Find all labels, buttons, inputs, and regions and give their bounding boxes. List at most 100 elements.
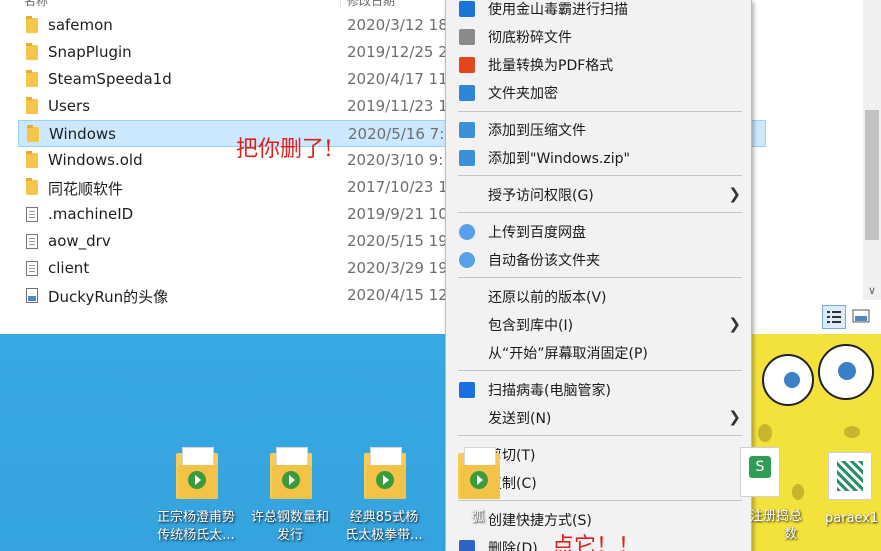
file-date: 2020/3/29 19	[347, 259, 447, 277]
annotation-text: 点它！！	[552, 534, 641, 551]
context-menu-item[interactable]: 授予访问权限(G) ❯	[446, 181, 751, 209]
context-menu-item-label: 包含到库中(I)	[488, 318, 574, 334]
file-date: 2020/4/15 12	[347, 286, 447, 304]
desktop-video-file[interactable]: 弧	[430, 447, 526, 551]
folder-icon	[26, 43, 38, 60]
desktop-video-file[interactable]: 正宗杨澄甫势 传统杨氏太...	[148, 447, 244, 551]
submenu-arrow-icon: ❯	[728, 315, 741, 333]
baidu-cloud-icon	[459, 252, 475, 268]
file-date: 2019/9/21 10	[347, 205, 447, 223]
folder-icon	[26, 178, 38, 195]
video-folder-icon	[270, 447, 312, 499]
video-folder-icon	[364, 447, 406, 499]
paraex-file-icon[interactable]	[828, 452, 872, 500]
context-menu-item[interactable]: 从“开始”屏幕取消固定(P)	[446, 339, 751, 367]
file-name: safemon	[48, 16, 113, 34]
archive-icon	[459, 122, 475, 138]
folder-icon	[26, 97, 38, 114]
file-name: SteamSpeeda1d	[48, 70, 172, 88]
menu-separator	[458, 370, 742, 371]
column-header-date[interactable]: 修改日期	[347, 0, 395, 8]
context-menu-item-label: 授予访问权限(G)	[488, 188, 594, 204]
document-icon	[26, 234, 38, 249]
context-menu-item-label: 批量转换为PDF格式	[488, 58, 614, 74]
file-date: 2020/5/15 19	[347, 232, 447, 250]
file-name: Windows	[49, 125, 116, 143]
menu-separator	[458, 212, 742, 213]
large-icons-view-icon	[852, 309, 870, 323]
annotation-text: 把你删了!	[236, 137, 333, 162]
file-date: 2020/5/16 7:3	[348, 125, 448, 143]
context-menu-item-label: 添加到压缩文件	[488, 123, 586, 139]
desktop-icon-label: 许总钢数量和 发行	[250, 510, 329, 543]
context-menu-item[interactable]: 还原以前的版本(V)	[446, 283, 751, 311]
context-menu-item[interactable]: 添加到压缩文件	[446, 116, 751, 144]
context-menu-item-label: 上传到百度网盘	[488, 225, 586, 241]
scrollbar-thumb[interactable]	[865, 110, 879, 240]
document-icon	[26, 261, 38, 276]
details-view-button[interactable]	[822, 305, 846, 329]
file-name: Users	[48, 97, 91, 115]
desktop-icon-label: 经典85式杨 氏太极拳带...	[345, 510, 423, 543]
file-name: .machineID	[48, 205, 134, 223]
desktop-icon-label: 弧	[471, 510, 485, 525]
context-menu-item[interactable]: 发送到(N) ❯	[446, 404, 751, 432]
context-menu-item-label: 添加到"Windows.zip"	[488, 151, 630, 167]
column-divider[interactable]	[340, 0, 341, 8]
context-menu-item-label: 彻底粉碎文件	[488, 30, 572, 46]
context-menu-item-label: 从“开始”屏幕取消固定(P)	[488, 346, 648, 362]
context-menu-item[interactable]: 彻底粉碎文件	[446, 23, 751, 51]
context-menu-item[interactable]: 上传到百度网盘	[446, 218, 751, 246]
desktop-video-file[interactable]: 许总钢数量和 发行	[242, 447, 338, 551]
file-name: DuckyRun的头像	[48, 288, 169, 306]
folder-icon	[26, 16, 38, 33]
kingsoft-antivirus-icon	[459, 1, 475, 17]
desktop-icon-label: 正宗杨澄甫势 传统杨氏太...	[156, 510, 235, 543]
vertical-scrollbar[interactable]: ∨	[863, 0, 881, 300]
file-date: 2020/3/10 9:1	[347, 151, 447, 169]
file-name: Windows.old	[48, 151, 143, 169]
scroll-down-arrow-icon[interactable]: ∨	[863, 282, 881, 300]
context-menu-item[interactable]: 自动备份该文件夹	[446, 246, 751, 274]
submenu-arrow-icon: ❯	[728, 408, 741, 426]
context-menu-item-label: 扫描病毒(电脑管家)	[488, 383, 611, 399]
menu-separator	[458, 435, 742, 436]
submenu-arrow-icon: ❯	[728, 185, 741, 203]
context-menu-item-label: 使用金山毒霸进行扫描	[488, 2, 628, 18]
folder-icon	[27, 125, 39, 142]
video-folder-icon	[458, 447, 500, 499]
file-name: aow_drv	[48, 232, 111, 250]
details-view-icon	[827, 311, 841, 323]
context-menu-item[interactable]: 使用金山毒霸进行扫描	[446, 0, 751, 23]
file-name: SnapPlugin	[48, 43, 132, 61]
file-name: client	[48, 259, 90, 277]
context-menu-item[interactable]: 文件夹加密	[446, 79, 751, 107]
file-name: 同花顺软件	[48, 180, 124, 198]
column-header-name[interactable]: 名称	[24, 0, 48, 8]
folder-icon	[26, 151, 38, 168]
archive-icon	[459, 150, 475, 166]
context-menu-item-label: 还原以前的版本(V)	[488, 290, 607, 306]
pdf-icon	[459, 57, 475, 73]
file-date: 2020/3/12 18	[347, 16, 447, 34]
context-menu-item-label: 发送到(N)	[488, 411, 552, 427]
menu-separator	[458, 175, 742, 176]
menu-separator	[458, 277, 742, 278]
menu-separator	[458, 111, 742, 112]
context-menu-item-label: 文件夹加密	[488, 86, 558, 102]
desktop-icon-label: paraex1	[825, 511, 879, 526]
spreadsheet-file-icon[interactable]	[740, 447, 780, 497]
large-icons-view-button[interactable]	[850, 305, 874, 329]
context-menu-item[interactable]: 包含到库中(I) ❯	[446, 311, 751, 339]
document-icon	[26, 207, 38, 222]
file-date: 2019/12/25 2	[347, 43, 447, 61]
context-menu-item[interactable]: 扫描病毒(电脑管家)	[446, 376, 751, 404]
shield-lock-icon	[459, 85, 475, 101]
desktop-icon-label: 注册捣总数	[750, 509, 803, 542]
context-menu-item[interactable]: 批量转换为PDF格式	[446, 51, 751, 79]
context-menu-item[interactable]: 添加到"Windows.zip"	[446, 144, 751, 172]
file-date: 2017/10/23 1	[347, 178, 447, 196]
tencent-guard-icon	[459, 382, 475, 398]
desktop-video-file[interactable]: 经典85式杨 氏太极拳带...	[336, 447, 432, 551]
file-date: 2020/4/17 11	[347, 70, 447, 88]
